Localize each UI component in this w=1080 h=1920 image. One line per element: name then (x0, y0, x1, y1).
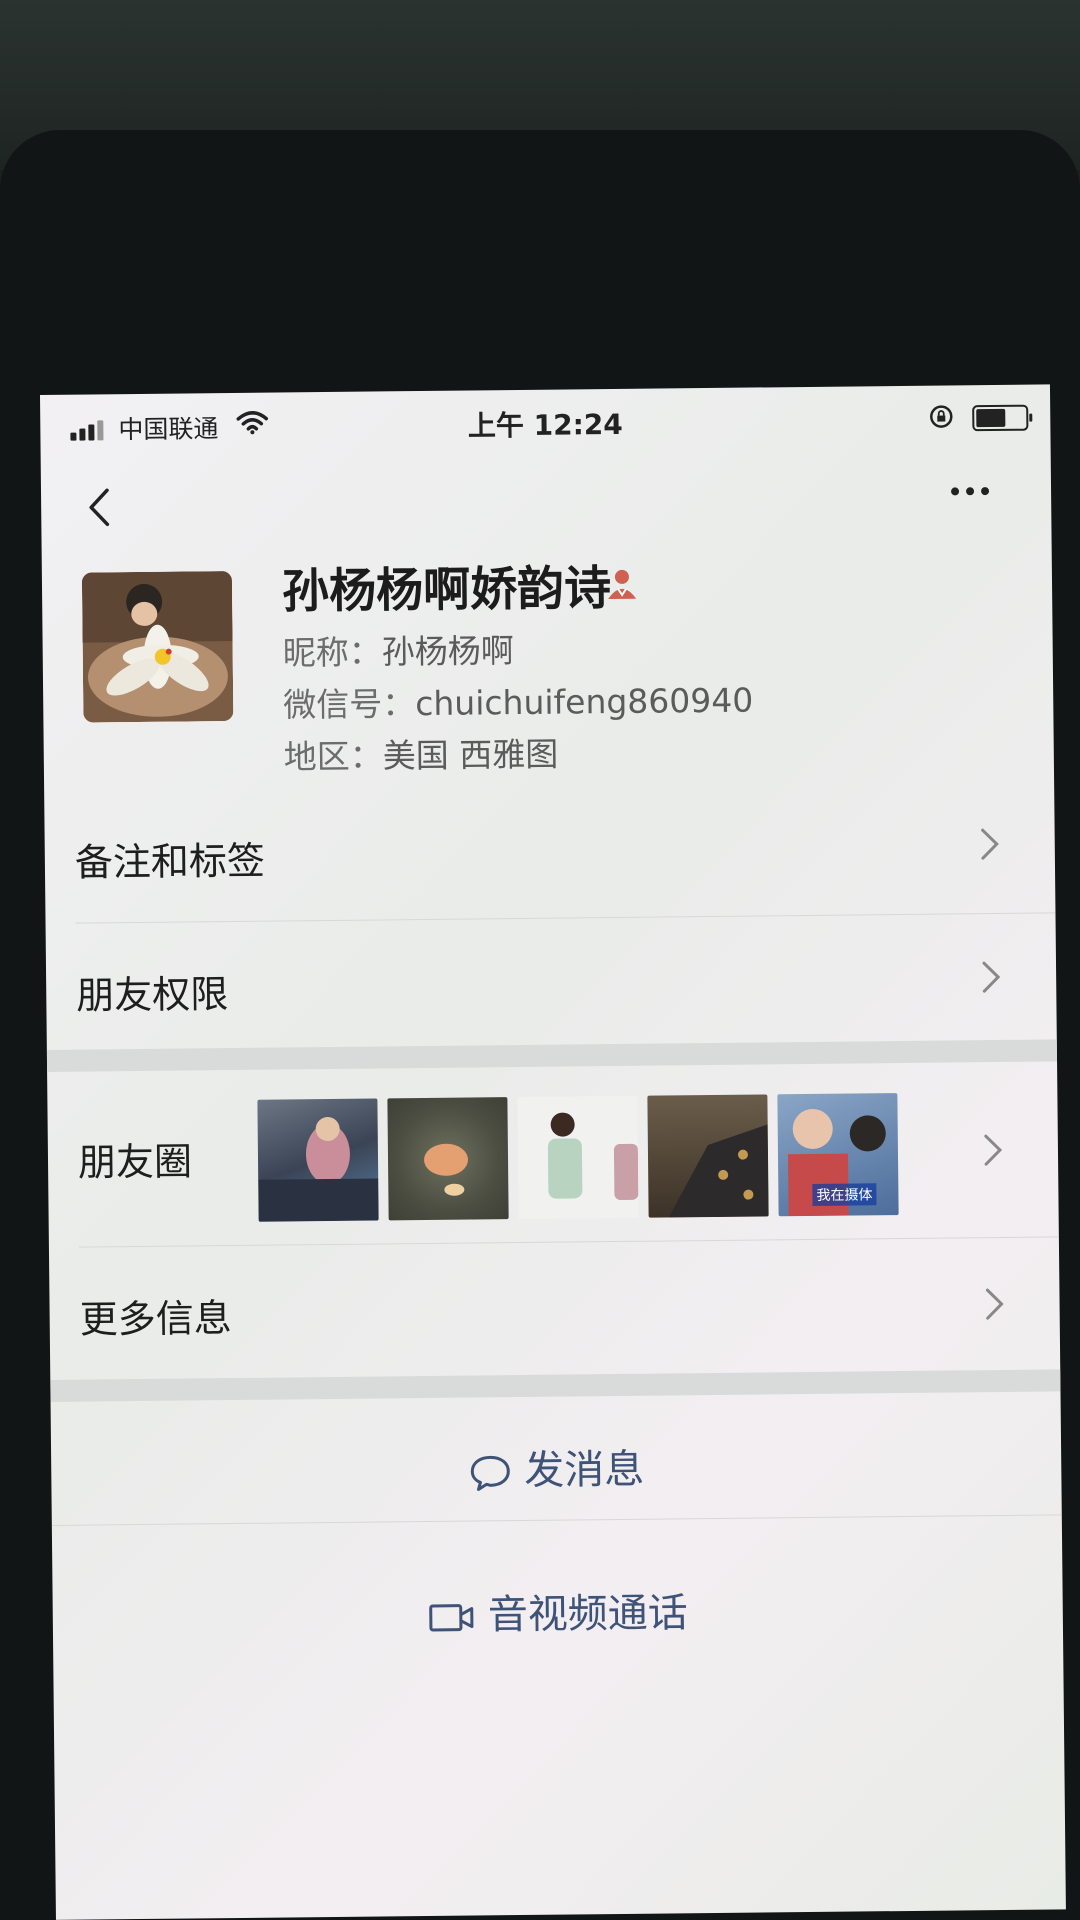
chevron-right-icon (984, 1134, 1003, 1166)
status-time: 上午 12:24 (467, 407, 623, 443)
video-camera-icon (429, 1604, 474, 1632)
region-value: 美国 西雅图 (382, 734, 559, 776)
av-call-label: 音视频通话 (487, 1590, 689, 1639)
nickname-label: 昵称： (282, 632, 382, 673)
region-line: 地区：美国 西雅图 (284, 728, 559, 779)
send-message-button[interactable]: 发消息 (51, 1432, 1062, 1501)
wechat-id-label: 微信号： (283, 684, 416, 725)
friend-permissions-row[interactable]: 朋友权限 (46, 914, 1057, 1045)
phone-screen: 中国联通 上午 12:24 孙杨杨啊娇韵诗 昵称：孙杨杨啊 微信号：chuich… (40, 384, 1066, 1920)
chevron-right-icon (982, 961, 1001, 993)
section-gap (50, 1369, 1061, 1402)
moments-label: 朋友圈 (77, 1139, 193, 1185)
moment-thumbnail[interactable] (257, 1098, 379, 1222)
more-info-row[interactable]: 更多信息 (49, 1238, 1060, 1369)
chat-bubble-icon (470, 1455, 510, 1491)
avatar[interactable] (81, 571, 234, 723)
remark-tags-label: 备注和标签 (74, 838, 266, 885)
moment-thumbnail[interactable] (647, 1094, 769, 1218)
send-message-label: 发消息 (524, 1446, 645, 1494)
wechat-id-line: 微信号：chuichuifeng860940 (283, 674, 754, 727)
moments-row[interactable]: 朋友圈 我在摄体 (47, 1061, 1059, 1247)
avatar-image (81, 571, 234, 723)
wechat-id-value: chuichuifeng860940 (415, 680, 754, 724)
more-dots-icon (951, 487, 960, 496)
back-button[interactable] (79, 482, 120, 532)
moment-thumbnail[interactable] (387, 1097, 509, 1221)
nickname-line: 昵称：孙杨杨啊 (282, 624, 514, 674)
rotation-lock-icon (930, 405, 953, 428)
battery-icon (972, 404, 1029, 432)
friend-permissions-label: 朋友权限 (76, 972, 229, 1018)
region-label: 地区： (283, 736, 384, 777)
remark-tags-row[interactable]: 备注和标签 (44, 769, 1055, 920)
display-name: 孙杨杨啊娇韵诗 (281, 561, 612, 620)
moment-thumbnail[interactable] (517, 1095, 639, 1220)
divider (51, 1514, 1062, 1526)
more-button[interactable] (951, 481, 1001, 502)
more-info-label: 更多信息 (79, 1296, 232, 1342)
battery-level (976, 408, 1006, 428)
chevron-right-icon (981, 828, 999, 860)
status-bar: 中国联通 上午 12:24 (40, 384, 1051, 455)
moment-caption: 我在摄体 (812, 1183, 877, 1206)
chevron-right-icon (985, 1288, 1004, 1320)
moments-thumbnails: 我在摄体 (257, 1093, 899, 1222)
nickname-value: 孙杨杨啊 (381, 631, 514, 672)
female-icon (608, 569, 637, 600)
av-call-button[interactable]: 音视频通话 (52, 1576, 1063, 1645)
moment-thumbnail[interactable]: 我在摄体 (777, 1093, 899, 1217)
